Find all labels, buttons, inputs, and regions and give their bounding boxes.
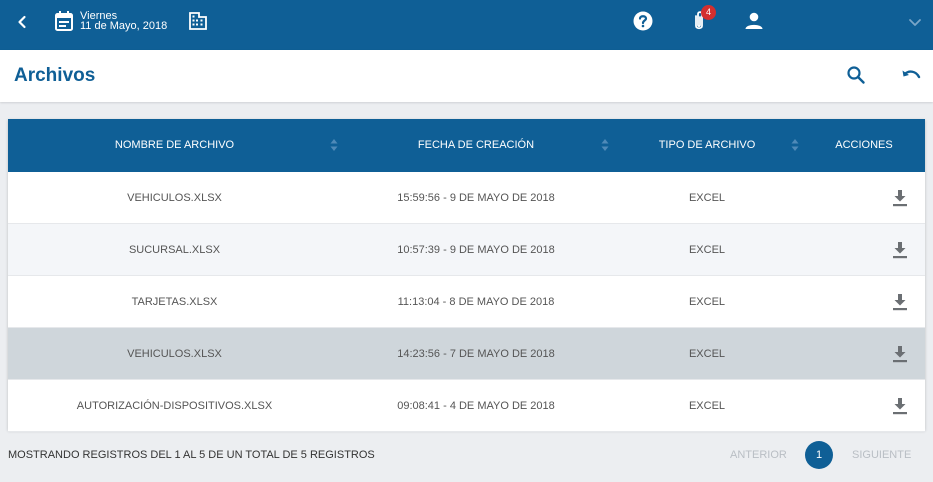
chevron-down-icon[interactable] bbox=[906, 13, 924, 31]
sort-icon[interactable] bbox=[791, 138, 799, 152]
column-header-name-label: NOMBRE DE ARCHIVO bbox=[114, 139, 235, 151]
undo-icon[interactable] bbox=[900, 65, 922, 87]
cell-actions bbox=[803, 328, 925, 380]
calendar-icon[interactable] bbox=[54, 10, 74, 32]
cell-creation-date: 14:23:56 - 7 DE MAYO DE 2018 bbox=[397, 348, 555, 360]
cell-actions bbox=[803, 172, 925, 224]
cell-actions bbox=[803, 276, 925, 328]
page-header: Archivos bbox=[0, 50, 933, 102]
pagination-previous[interactable]: ANTERIOR bbox=[730, 449, 787, 461]
table-row[interactable]: VEHICULOS.XLSX 15:59:56 - 9 DE MAYO DE 20… bbox=[8, 172, 925, 224]
cell-creation-date: 11:13:04 - 8 DE MAYO DE 2018 bbox=[397, 296, 555, 308]
sort-icon[interactable] bbox=[330, 138, 338, 152]
pagination-next[interactable]: SIGUIENTE bbox=[852, 449, 911, 461]
cell-creation-date: 10:57:39 - 9 DE MAYO DE 2018 bbox=[397, 244, 555, 256]
download-icon[interactable] bbox=[891, 188, 909, 208]
cell-file-name: SUCURSAL.XLSX bbox=[128, 244, 221, 256]
table-header: NOMBRE DE ARCHIVO FECHA DE CREACIÓN TIPO… bbox=[8, 119, 925, 172]
column-header-name[interactable]: NOMBRE DE ARCHIVO bbox=[8, 119, 341, 172]
table-row[interactable]: SUCURSAL.XLSX 10:57:39 - 9 DE MAYO DE 201… bbox=[8, 224, 925, 276]
cell-file-name: AUTORIZACIÓN-DISPOSITIVOS.XLSX bbox=[76, 400, 273, 412]
cell-creation-date: 15:59:56 - 9 DE MAYO DE 2018 bbox=[397, 192, 555, 204]
column-header-date-label: FECHA DE CREACIÓN bbox=[417, 139, 535, 151]
cell-file-type: EXCEL bbox=[688, 296, 726, 308]
back-arrow-icon[interactable] bbox=[12, 12, 32, 32]
cell-actions bbox=[803, 380, 925, 432]
cell-file-type: EXCEL bbox=[688, 348, 726, 360]
cell-creation-date: 09:08:41 - 4 DE MAYO DE 2018 bbox=[397, 400, 555, 412]
column-header-type-label: TIPO DE ARCHIVO bbox=[658, 139, 756, 151]
table-row[interactable]: AUTORIZACIÓN-DISPOSITIVOS.XLSX 09:08:41 -… bbox=[8, 380, 925, 432]
download-icon[interactable] bbox=[891, 344, 909, 364]
column-header-actions: ACCIONES bbox=[803, 119, 925, 172]
table-row[interactable]: TARJETAS.XLSX 11:13:04 - 8 DE MAYO DE 201… bbox=[8, 276, 925, 328]
cell-file-type: EXCEL bbox=[688, 192, 726, 204]
page-title: Archivos bbox=[14, 65, 96, 86]
date-full: 11 de Mayo, 2018 bbox=[80, 20, 168, 32]
pagination-page-1[interactable]: 1 bbox=[805, 441, 833, 469]
records-summary: MOSTRANDO REGISTROS DEL 1 AL 5 DE UN TOT… bbox=[8, 449, 375, 461]
table-row[interactable]: VEHICULOS.XLSX 14:23:56 - 7 DE MAYO DE 20… bbox=[8, 328, 925, 380]
download-icon[interactable] bbox=[891, 292, 909, 312]
column-header-actions-label: ACCIONES bbox=[835, 139, 893, 151]
building-icon[interactable] bbox=[188, 11, 208, 31]
user-icon[interactable] bbox=[743, 10, 765, 32]
cell-file-name: VEHICULOS.XLSX bbox=[127, 348, 222, 360]
search-icon[interactable] bbox=[846, 65, 866, 85]
top-bar: Viernes 11 de Mayo, 2018 4 bbox=[0, 0, 933, 50]
cell-file-type: EXCEL bbox=[688, 400, 726, 412]
files-table: NOMBRE DE ARCHIVO FECHA DE CREACIÓN TIPO… bbox=[8, 119, 925, 432]
notification-badge: 4 bbox=[701, 5, 716, 20]
column-header-type[interactable]: TIPO DE ARCHIVO bbox=[611, 119, 803, 172]
cell-actions bbox=[803, 224, 925, 276]
cell-file-name: VEHICULOS.XLSX bbox=[127, 192, 222, 204]
cell-file-name: TARJETAS.XLSX bbox=[131, 296, 218, 308]
cell-file-type: EXCEL bbox=[688, 244, 726, 256]
help-icon[interactable] bbox=[632, 10, 654, 32]
download-icon[interactable] bbox=[891, 396, 909, 416]
download-icon[interactable] bbox=[891, 240, 909, 260]
column-header-date[interactable]: FECHA DE CREACIÓN bbox=[341, 119, 611, 172]
sort-icon[interactable] bbox=[601, 138, 609, 152]
current-date: Viernes 11 de Mayo, 2018 bbox=[80, 11, 168, 32]
